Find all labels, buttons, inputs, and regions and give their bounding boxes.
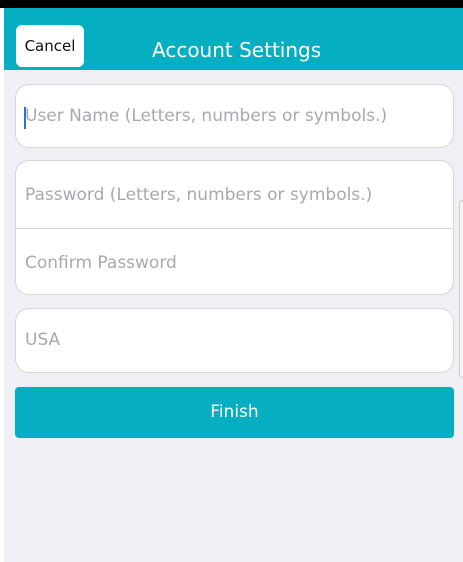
password-input[interactable] [16,161,453,228]
finish-button[interactable]: Finish [15,387,454,438]
account-settings-screen: Cancel Account Settings USA Finish [0,0,463,562]
country-value: USA [25,330,61,350]
username-field-container [15,84,454,148]
status-bar [0,0,463,8]
cancel-button[interactable]: Cancel [16,25,84,67]
side-drawer-handle[interactable] [459,200,463,378]
page-title: Account Settings [152,38,322,62]
password-group [15,160,454,295]
confirm-password-input[interactable] [16,229,453,294]
text-cursor [24,107,26,129]
country-field[interactable]: USA [15,308,454,373]
username-input[interactable] [16,85,453,147]
left-edge-strip [0,8,4,562]
nav-bar: Cancel Account Settings [4,8,463,70]
